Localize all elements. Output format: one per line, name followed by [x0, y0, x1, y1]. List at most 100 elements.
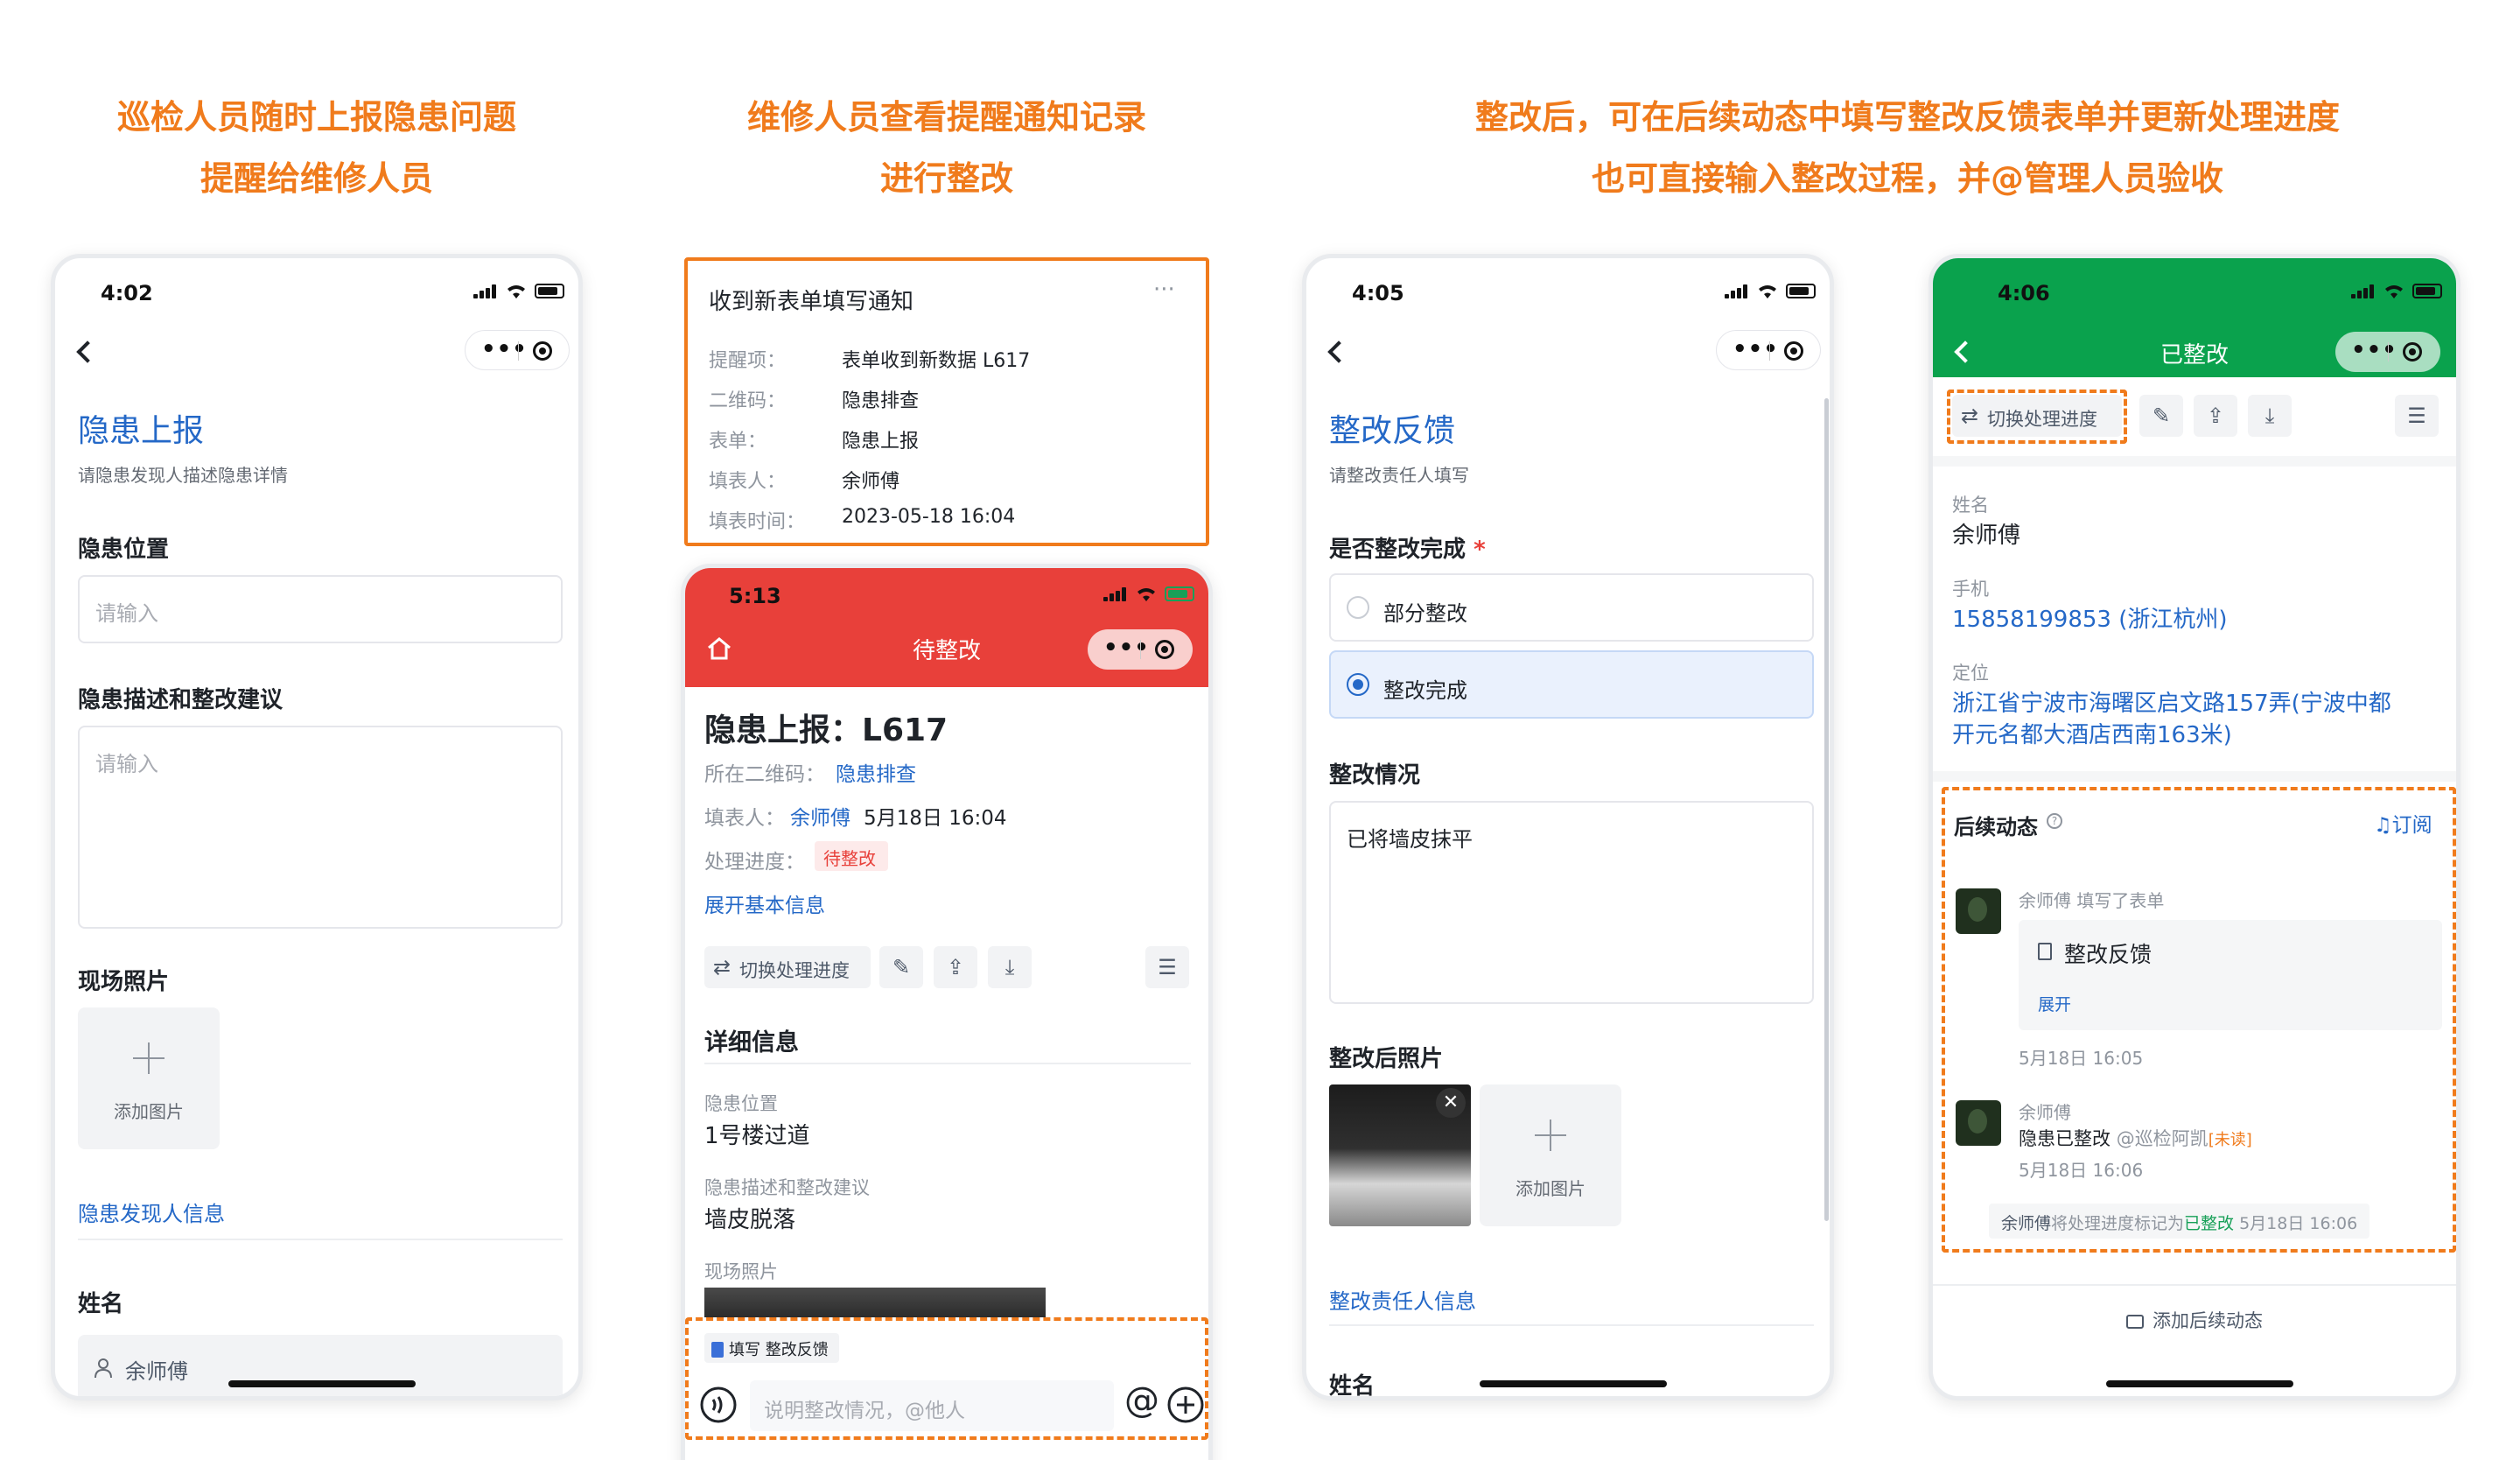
more-dots-icon[interactable]: ••• — [481, 338, 528, 361]
edit-icon: ✎ — [2152, 404, 2171, 428]
share-button[interactable]: ⇪ — [2194, 395, 2237, 437]
name-value: 余师傅 — [125, 1359, 188, 1384]
progress-comment-input[interactable]: 说明整改情况，@他人 — [750, 1380, 1114, 1431]
share-icon: ⇪ — [946, 955, 965, 979]
more-dots-icon[interactable]: ··· — [1153, 277, 1175, 303]
location-input[interactable]: 请输入 — [78, 575, 563, 643]
notif-val-time: 2023-05-18 16:04 — [842, 506, 1016, 528]
target-icon[interactable] — [1155, 640, 1174, 659]
option-complete-label: 整改完成 — [1383, 678, 1467, 703]
help-circle-icon[interactable]: ? — [2047, 813, 2062, 829]
situation-value: 已将墙皮抹平 — [1347, 827, 1473, 852]
signal-icon — [1103, 587, 1130, 601]
add-photo-button[interactable]: 添加图片 — [1480, 1084, 1621, 1226]
back-icon[interactable] — [1327, 340, 1350, 363]
info-val-phone[interactable]: 15858199853 (浙江杭州) — [1952, 601, 2228, 634]
option-complete[interactable]: 整改完成 — [1329, 650, 1814, 719]
fill-feedback-tag[interactable]: 填写 整改反馈 — [704, 1333, 839, 1363]
add-photo-label: 添加图片 — [114, 1101, 184, 1122]
record-title: 隐患上报：L617 — [704, 712, 948, 748]
activity1-expand-link[interactable]: 展开 — [2038, 992, 2071, 1015]
scrollbar[interactable] — [1824, 398, 1829, 1221]
avatar[interactable] — [1956, 888, 2001, 934]
switch-progress-button[interactable]: ⇄ 切换处理进度 — [704, 946, 871, 988]
info-val-location-line1[interactable]: 浙江省宁波市海曙区启文路157弄(宁波中都 — [1952, 685, 2391, 718]
notif-key-time: 填表时间： — [709, 511, 806, 533]
avatar[interactable] — [1956, 1100, 2001, 1146]
option-partial[interactable]: 部分整改 — [1329, 573, 1814, 642]
battery-icon — [535, 284, 564, 298]
more-dots-icon[interactable]: ••• — [1103, 636, 1150, 659]
target-icon[interactable] — [2403, 342, 2422, 361]
menu-button[interactable]: ☰ — [1145, 946, 1189, 988]
after-photo-thumbnail[interactable]: ✕ — [1329, 1084, 1471, 1226]
section-responsible-info[interactable]: 整改责任人信息 — [1329, 1284, 1476, 1315]
qr-value-link[interactable]: 隐患排查 — [836, 757, 916, 787]
download-icon: ⤓ — [1004, 955, 1015, 979]
caption-col2-line1: 维修人员查看提醒通知记录 — [746, 98, 1146, 137]
battery-icon — [1165, 586, 1194, 601]
voice-icon[interactable] — [699, 1386, 738, 1424]
notification-card[interactable]: 收到新表单填写通知 ··· 提醒项： 表单收到新数据 L617 二维码： 隐患排… — [684, 257, 1209, 546]
add-photo-label: 添加图片 — [1516, 1178, 1586, 1199]
field-label-photo: 现场照片 — [78, 969, 170, 995]
mini-program-capsule[interactable]: ••• — [2335, 332, 2440, 372]
target-icon[interactable] — [1784, 341, 1803, 361]
caption-col2-line2: 进行整改 — [879, 159, 1013, 198]
download-icon: ⤓ — [2264, 404, 2275, 428]
download-button[interactable]: ⤓ — [988, 946, 1032, 988]
filler-name-link[interactable]: 余师傅 — [790, 801, 850, 831]
status-bar: 4:05 — [1306, 258, 1830, 328]
home-indicator — [1480, 1380, 1667, 1387]
wifi-icon — [2385, 285, 2403, 298]
status-time: 4:02 — [101, 281, 153, 305]
plus-circle-icon[interactable] — [1166, 1386, 1205, 1424]
page-title: 隐患上报 — [78, 413, 205, 449]
edit-button[interactable]: ✎ — [879, 946, 923, 988]
field-label-location: 隐患位置 — [78, 537, 170, 563]
situation-textarea[interactable]: 已将墙皮抹平 — [1329, 801, 1814, 1004]
section-gap — [1933, 456, 2456, 467]
back-icon[interactable] — [76, 340, 99, 363]
radio-partial[interactable] — [1347, 596, 1369, 619]
user-icon — [94, 1358, 112, 1379]
option-partial-label: 部分整改 — [1383, 601, 1467, 626]
qr-label: 所在二维码： — [704, 763, 825, 786]
wifi-icon — [508, 285, 525, 298]
status-label: 处理进度： — [704, 851, 805, 874]
section-reporter-info[interactable]: 隐患发现人信息 — [78, 1197, 225, 1227]
download-button[interactable]: ⤓ — [2248, 395, 2292, 437]
add-photo-button[interactable]: 添加图片 — [78, 1007, 220, 1149]
page-title: 整改反馈 — [1329, 413, 1456, 449]
more-dots-icon[interactable]: ••• — [1732, 338, 1779, 361]
subscribe-button[interactable]: ♫订阅 — [2374, 808, 2432, 838]
share-button[interactable]: ⇪ — [934, 946, 977, 988]
description-textarea[interactable]: 请输入 — [78, 726, 563, 929]
menu-button[interactable]: ☰ — [2395, 395, 2439, 437]
close-icon[interactable]: ✕ — [1436, 1088, 1466, 1118]
home-indicator — [228, 1380, 416, 1387]
name-field[interactable]: 余师傅 — [78, 1335, 563, 1396]
more-dots-icon[interactable]: ••• — [2351, 339, 2398, 361]
activity1-time: 5月18日 16:05 — [2019, 1048, 2144, 1069]
target-icon[interactable] — [533, 341, 552, 361]
radio-complete[interactable] — [1347, 673, 1369, 696]
divider — [704, 1063, 1191, 1064]
add-follow-up-button[interactable]: 添加后续动态 — [1933, 1307, 2456, 1333]
edit-button[interactable]: ✎ — [2139, 395, 2183, 437]
detail-key-photo: 现场照片 — [704, 1261, 778, 1282]
page-subtitle: 请隐患发现人描述隐患详情 — [78, 465, 288, 486]
site-photo-thumbnail[interactable] — [704, 1288, 1046, 1319]
menu-icon: ☰ — [1158, 955, 1177, 979]
mini-program-capsule[interactable]: ••• — [465, 330, 570, 370]
activity1-form-card[interactable]: 整改反馈 展开 — [2019, 920, 2442, 1030]
mini-program-capsule[interactable]: ••• — [1716, 330, 1821, 370]
info-key-phone: 手机 — [1952, 579, 1989, 600]
bell-icon: ♫ — [2374, 814, 2392, 837]
mini-program-capsule[interactable]: ••• — [1088, 629, 1193, 670]
mention-button[interactable]: @ — [1124, 1380, 1159, 1421]
expand-basic-info-link[interactable]: 展开基本信息 — [704, 888, 825, 918]
signal-icon — [1725, 284, 1751, 298]
info-val-location-line2[interactable]: 开元名都大酒店西南163米) — [1952, 717, 2232, 749]
switch-progress-button[interactable]: ⇄ 切换处理进度 — [1952, 395, 2122, 437]
